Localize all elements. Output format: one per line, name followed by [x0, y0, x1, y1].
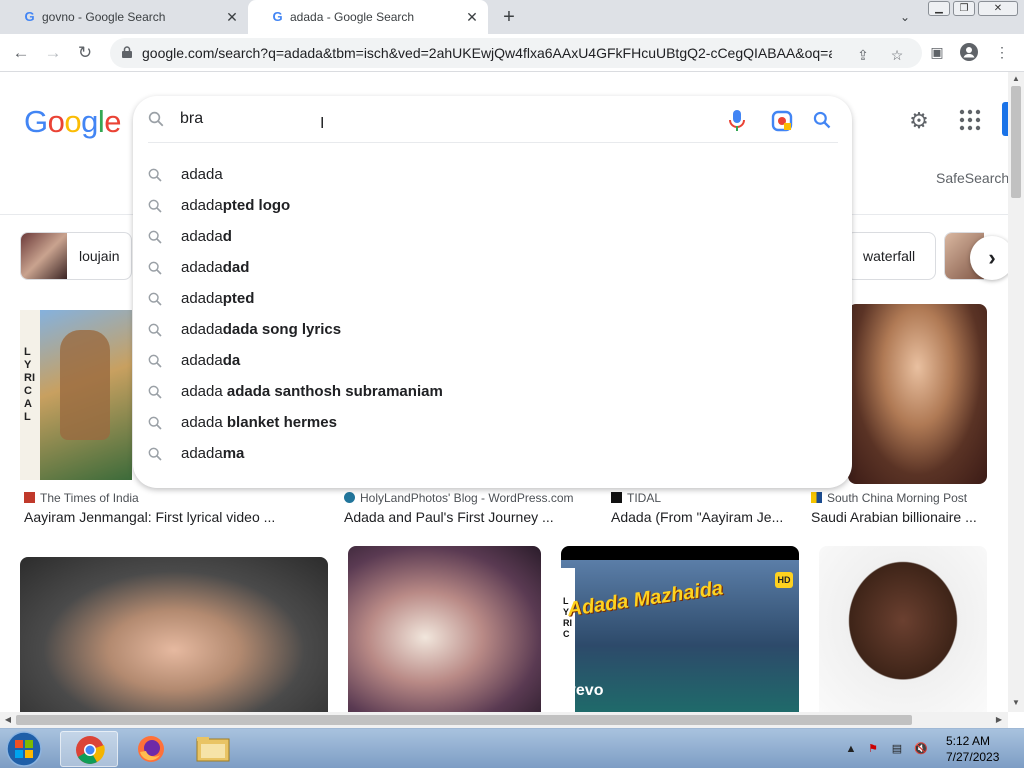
search-icon — [148, 199, 162, 213]
forward-arrow-icon[interactable]: → — [42, 42, 64, 64]
action-center-flag-icon[interactable]: ⚑ — [866, 742, 880, 756]
settings-gear-icon[interactable]: ⚙ — [906, 108, 932, 134]
safesearch-button[interactable]: SafeSearch — [936, 170, 1009, 186]
volume-muted-icon[interactable]: 🔇 — [914, 742, 928, 756]
google-favicon-icon: G — [24, 9, 35, 24]
suggestion-item[interactable]: adadadad — [133, 253, 852, 284]
scroll-left-arrow-icon[interactable]: ◀ — [3, 715, 13, 725]
google-logo[interactable]: Google — [24, 104, 122, 140]
result-source[interactable]: South China Morning Post — [811, 491, 967, 505]
lyrical-overlay-text: LYRICAL — [24, 346, 35, 423]
clock-time[interactable]: 5:12 AM — [946, 734, 990, 748]
search-submit-icon[interactable] — [812, 110, 832, 130]
result-source[interactable]: HolyLandPhotos' Blog - WordPress.com — [344, 491, 574, 505]
camera-lens-icon[interactable] — [771, 110, 793, 132]
minimize-button[interactable]: ▁ — [928, 1, 950, 16]
search-icon — [148, 385, 162, 399]
tab-adada[interactable]: G adada - Google Search ✕ — [248, 0, 488, 34]
google-favicon-icon: G — [272, 9, 283, 24]
chip-label: loujain — [79, 248, 120, 264]
scroll-right-arrow-icon[interactable]: ▶ — [994, 715, 1004, 725]
result-source[interactable]: TIDAL — [611, 491, 661, 505]
search-icon — [148, 230, 162, 244]
suggestion-item[interactable]: adadapted — [133, 284, 852, 315]
search-icon — [148, 447, 162, 461]
tab-search-chevron-icon[interactable]: ⌄ — [896, 8, 914, 26]
reload-icon[interactable]: ↻ — [74, 42, 96, 64]
search-icon — [148, 323, 162, 337]
folder-icon — [196, 737, 230, 762]
scroll-down-arrow-icon[interactable]: ▼ — [1011, 698, 1021, 708]
network-icon[interactable]: ▤ — [890, 742, 904, 756]
apps-grid-icon[interactable] — [958, 108, 982, 132]
browser-toolbar: ← → ↻ google.com/search?q=adada&tbm=isch… — [0, 34, 1024, 72]
result-caption[interactable]: Adada (From "Aayiram Je... — [611, 509, 783, 525]
text-cursor-icon: I — [320, 115, 325, 132]
search-icon — [148, 416, 162, 430]
chip-loujain[interactable]: loujain — [20, 232, 132, 280]
close-window-button[interactable]: ✕ — [978, 1, 1018, 16]
chrome-icon — [76, 736, 105, 764]
side-panel-icon[interactable]: ▣ — [928, 43, 946, 61]
close-tab-icon[interactable]: ✕ — [224, 9, 240, 25]
profile-avatar-icon[interactable] — [960, 43, 978, 61]
vertical-scroll-thumb[interactable] — [1011, 86, 1021, 198]
result-image[interactable]: LYRICAL — [20, 310, 132, 480]
result-image[interactable] — [848, 304, 987, 484]
tab-title: adada - Google Search — [290, 10, 415, 24]
new-tab-button[interactable]: + — [498, 6, 520, 28]
search-icon — [148, 111, 164, 127]
search-icon — [148, 261, 162, 275]
video-title-overlay: Adada Mazhaida — [566, 577, 725, 621]
result-image[interactable] — [348, 546, 541, 712]
search-icon — [148, 168, 162, 182]
scroll-up-arrow-icon[interactable]: ▲ — [1011, 74, 1021, 84]
microphone-icon[interactable] — [729, 110, 745, 132]
horizontal-scroll-thumb[interactable] — [16, 715, 912, 725]
suggestion-item[interactable]: adadadada song lyrics — [133, 315, 852, 346]
suggestion-item[interactable]: adadad — [133, 222, 852, 253]
suggestion-item[interactable]: adadama — [133, 439, 852, 470]
restore-button[interactable]: ❐ — [953, 1, 975, 16]
suggestion-item[interactable]: adadada — [133, 346, 852, 377]
result-image[interactable]: LYRIC Adada Mazhaida HD vevo — [561, 546, 799, 712]
tab-title: govno - Google Search — [42, 10, 166, 24]
taskbar-firefox[interactable] — [122, 731, 180, 767]
vevo-logo: vevo — [567, 682, 604, 699]
search-icon — [148, 292, 162, 306]
back-arrow-icon[interactable]: ← — [10, 42, 32, 64]
bookmark-star-icon[interactable]: ☆ — [888, 46, 906, 64]
result-source[interactable]: The Times of India — [24, 491, 139, 505]
firefox-icon — [138, 736, 164, 762]
start-button-windows-icon[interactable] — [4, 730, 44, 768]
taskbar-explorer[interactable] — [184, 731, 242, 767]
suggestion-item[interactable]: adadapted logo — [133, 191, 852, 222]
search-icon — [148, 354, 162, 368]
share-icon[interactable]: ⇪ — [854, 46, 872, 64]
suggestion-item[interactable]: adada — [133, 160, 852, 191]
url-text[interactable]: google.com/search?q=adada&tbm=isch&ved=2… — [142, 45, 832, 61]
result-caption[interactable]: Saudi Arabian billionaire ... — [811, 509, 977, 525]
browser-menu-icon[interactable]: ⋮ — [993, 43, 1011, 61]
chip-thumbnail — [21, 233, 67, 279]
result-image[interactable] — [819, 546, 987, 712]
search-input[interactable]: bra — [180, 110, 203, 128]
taskbar-chrome[interactable] — [60, 731, 118, 767]
close-tab-icon[interactable]: ✕ — [464, 9, 480, 25]
address-bar[interactable]: google.com/search?q=adada&tbm=isch&ved=2… — [110, 38, 922, 68]
show-hidden-icons-icon[interactable]: ▲ — [844, 742, 858, 756]
tab-govno[interactable]: G govno - Google Search ✕ — [0, 0, 248, 34]
chip-waterfall[interactable]: waterfall — [846, 232, 936, 280]
clock-date[interactable]: 7/27/2023 — [946, 750, 999, 764]
result-image[interactable] — [20, 557, 328, 712]
hd-badge: HD — [775, 572, 793, 588]
search-suggestions-dropdown: bra I adada adadapted logo adadad adadad… — [133, 96, 852, 488]
lock-icon[interactable] — [122, 46, 132, 58]
result-caption[interactable]: Adada and Paul's First Journey ... — [344, 509, 554, 525]
suggestion-item[interactable]: adada adada santhosh subramaniam — [133, 377, 852, 408]
chip-label: waterfall — [863, 248, 916, 264]
suggestion-item[interactable]: adada blanket hermes — [133, 408, 852, 439]
search-divider — [148, 142, 838, 143]
result-caption[interactable]: Aayiram Jenmangal: First lyrical video .… — [24, 509, 275, 525]
